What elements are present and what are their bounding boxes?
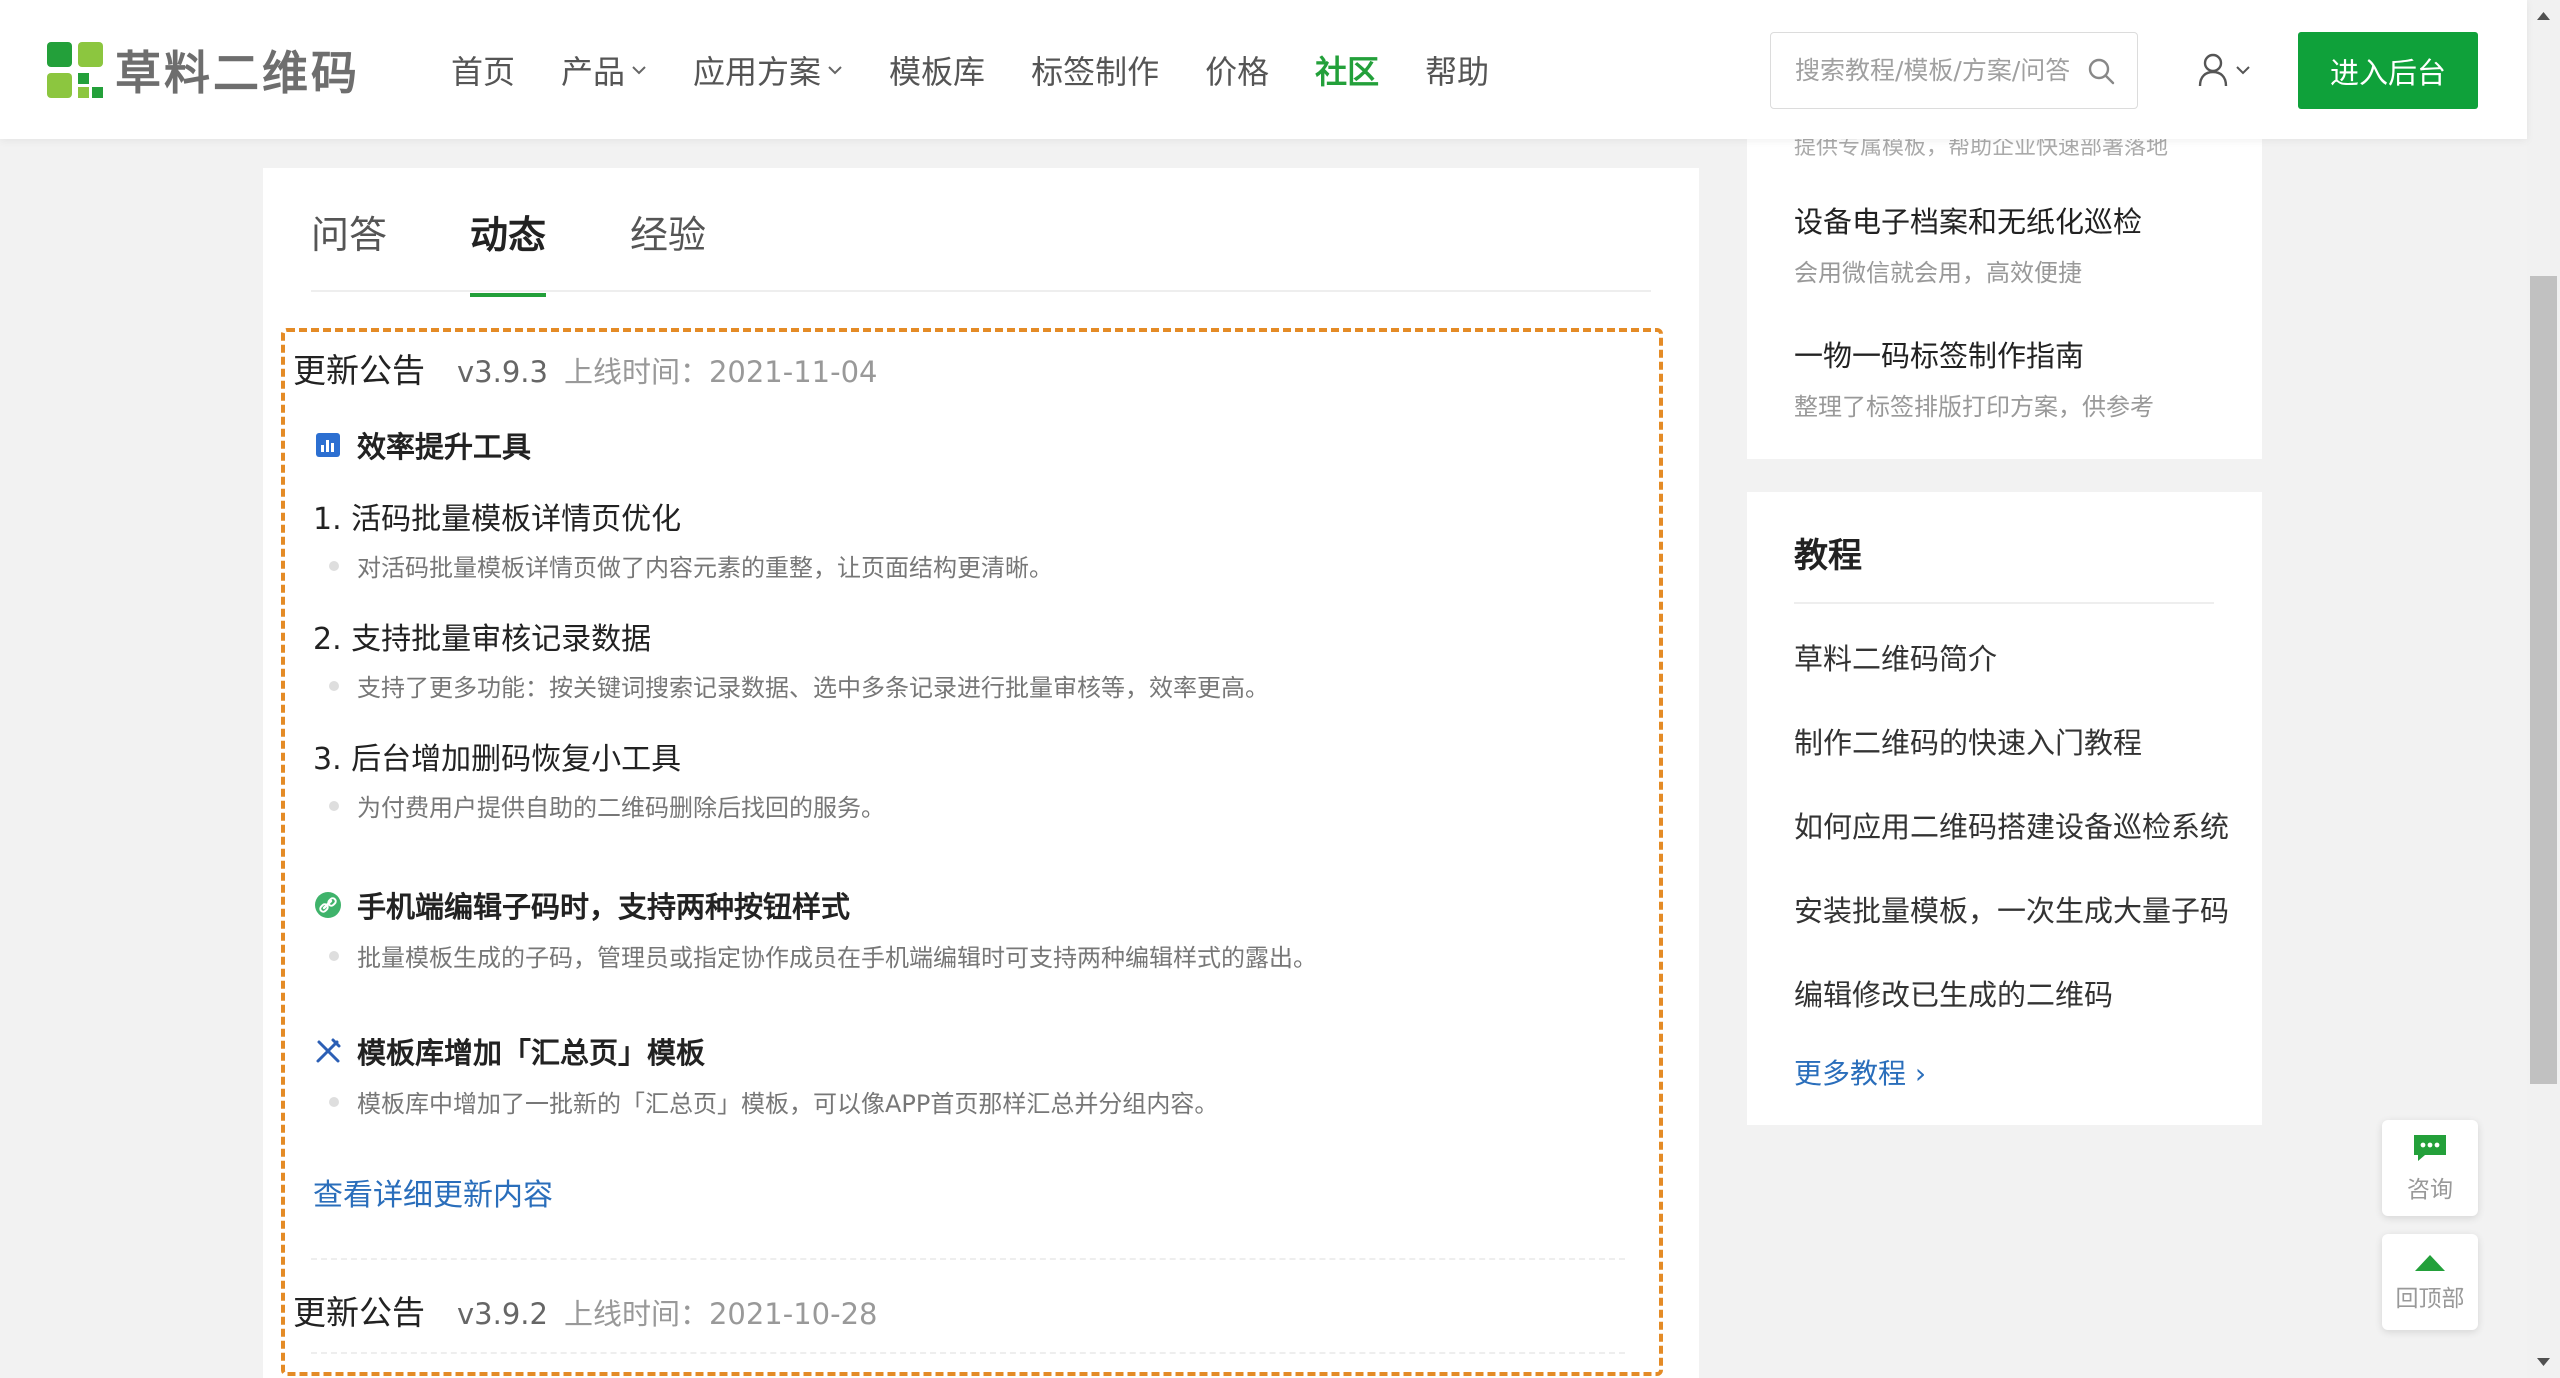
bullet-dot: [329, 1096, 339, 1107]
page-scrollbar[interactable]: [2527, 0, 2560, 1378]
tutorials-card: 教程 草料二维码简介 制作二维码的快速入门教程 如何应用二维码搭建设备巡检系统 …: [1747, 492, 2262, 1125]
chat-icon: [2414, 1135, 2446, 1161]
tutorial-link[interactable]: 制作二维码的快速入门教程: [1794, 720, 2142, 762]
entry-date: 上线时间：2021-10-28: [563, 1297, 878, 1331]
more-tutorials-link[interactable]: 更多教程 ›: [1794, 1052, 1926, 1092]
search-box: [1770, 32, 2138, 109]
logo-icon: [47, 42, 103, 98]
entry-divider: [311, 1352, 1625, 1354]
entry-title: 更新公告: [293, 351, 425, 390]
item-desc: 支持了更多功能：按关键词搜索记录数据、选中多条记录进行批量审核等，效率更高。: [313, 668, 1269, 703]
search-input[interactable]: [1771, 33, 2071, 108]
nav-help[interactable]: 帮助: [1425, 47, 1489, 93]
section-title: 手机端编辑子码时，支持两种按钮样式: [357, 890, 851, 924]
item-desc: 模板库中增加了一批新的「汇总页」模板，可以像APP首页那样汇总并分组内容。: [313, 1084, 1218, 1119]
bullet-dot: [329, 560, 339, 571]
bullet-dot: [329, 800, 339, 811]
logo[interactable]: 草料二维码: [47, 42, 360, 100]
chevron-down-icon: [632, 65, 646, 74]
recommend-link-title[interactable]: 一物一码标签制作指南: [1794, 333, 2084, 375]
bullet-dot: [329, 680, 339, 691]
scroll-down-arrow-icon[interactable]: [2527, 1350, 2560, 1374]
entry-version: v3.9.2: [457, 1297, 548, 1331]
highlight-region: [281, 328, 1663, 1376]
chevron-down-icon: [828, 65, 842, 74]
nav-community[interactable]: 社区: [1315, 47, 1379, 93]
update-entry-header[interactable]: 更新公告 v3.9.2 上线时间：2021-10-28: [293, 1286, 878, 1334]
item-desc: 批量模板生成的子码，管理员或指定协作成员在手机端编辑时可支持两种编辑样式的露出。: [313, 938, 1317, 973]
main-nav: 首页 产品 应用方案 模板库 标签制作 价格 社区 帮助: [451, 0, 1535, 139]
entry-date: 上线时间：2021-11-04: [563, 355, 878, 389]
tutorial-link[interactable]: 安装批量模板，一次生成大量子码: [1794, 888, 2229, 930]
section-title: 效率提升工具: [357, 430, 532, 464]
tab-qa[interactable]: 问答: [311, 204, 387, 295]
search-icon[interactable]: [2085, 55, 2117, 87]
content-tabs: 问答 动态 经验: [311, 168, 1651, 297]
main-panel: 问答 动态 经验 更新公告 v3.9.3 上线时间：2021-11-04 效率提…: [263, 168, 1699, 1378]
arrow-up-icon: [2415, 1255, 2445, 1271]
entry-title: 更新公告: [293, 1293, 425, 1332]
item-title: 3. 后台增加删码恢复小工具: [313, 742, 682, 777]
update-entry-header[interactable]: 更新公告 v3.9.3 上线时间：2021-11-04: [293, 344, 878, 392]
consult-label: 咨询: [2407, 1177, 2453, 1203]
section-efficiency: 效率提升工具: [313, 424, 531, 466]
chevron-down-icon: [2236, 66, 2250, 75]
tutorial-link[interactable]: 如何应用二维码搭建设备巡检系统: [1794, 804, 2229, 846]
back-to-top-label: 回顶部: [2395, 1286, 2465, 1312]
chart-icon: [316, 433, 340, 457]
nav-solutions[interactable]: 应用方案: [693, 47, 843, 93]
scroll-up-arrow-icon[interactable]: [2527, 4, 2560, 28]
nav-label-making[interactable]: 标签制作: [1031, 47, 1159, 93]
nav-products[interactable]: 产品: [561, 47, 647, 93]
user-icon: [2198, 53, 2228, 87]
nav-home[interactable]: 首页: [451, 47, 515, 93]
entry-version: v3.9.3: [457, 355, 548, 389]
section-title: 模板库增加「汇总页」模板: [357, 1036, 706, 1070]
consult-button[interactable]: 咨询: [2382, 1120, 2478, 1216]
recommend-card: 提供专属模板，帮助企业快速部署落地 设备电子档案和无纸化巡检 会用微信就会用，高…: [1747, 135, 2262, 459]
tools-icon: [316, 1038, 341, 1063]
link-icon: [315, 892, 341, 918]
item-title: 2. 支持批量审核记录数据: [313, 622, 652, 657]
recommend-link-desc: 整理了标签排版打印方案，供参考: [1794, 393, 2154, 421]
section-template-summary: 模板库增加「汇总页」模板: [313, 1030, 705, 1072]
top-header: 草料二维码 首页 产品 应用方案 模板库 标签制作 价格 社区 帮助 进入后台: [0, 0, 2527, 139]
item-desc: 对活码批量模板详情页做了内容元素的重整，让页面结构更清晰。: [313, 548, 1053, 583]
tutorial-link[interactable]: 草料二维码简介: [1794, 636, 1997, 678]
divider: [1794, 602, 2214, 604]
nav-templates[interactable]: 模板库: [889, 47, 985, 93]
view-update-details-link[interactable]: 查看详细更新内容: [313, 1170, 553, 1214]
item-title: 1. 活码批量模板详情页优化: [313, 502, 682, 537]
tab-experience[interactable]: 经验: [630, 204, 706, 295]
item-desc: 为付费用户提供自助的二维码删除后找回的服务。: [313, 788, 885, 823]
user-menu[interactable]: [2197, 48, 2257, 92]
entry-divider: [311, 1258, 1625, 1260]
tutorials-heading: 教程: [1794, 536, 1862, 576]
recommend-link-desc: 会用微信就会用，高效便捷: [1794, 259, 2082, 287]
recommend-link-title[interactable]: 设备电子档案和无纸化巡检: [1794, 199, 2142, 241]
nav-pricing[interactable]: 价格: [1205, 47, 1269, 93]
section-mobile-edit: 手机端编辑子码时，支持两种按钮样式: [313, 884, 850, 926]
tutorial-link[interactable]: 编辑修改已生成的二维码: [1794, 972, 2113, 1014]
bullet-dot: [329, 950, 339, 961]
scrollbar-thumb[interactable]: [2530, 276, 2557, 1084]
tab-news[interactable]: 动态: [470, 204, 547, 297]
back-to-top-button[interactable]: 回顶部: [2382, 1234, 2478, 1330]
logo-text: 草料二维码: [115, 46, 360, 100]
enter-dashboard-button[interactable]: 进入后台: [2298, 32, 2478, 109]
